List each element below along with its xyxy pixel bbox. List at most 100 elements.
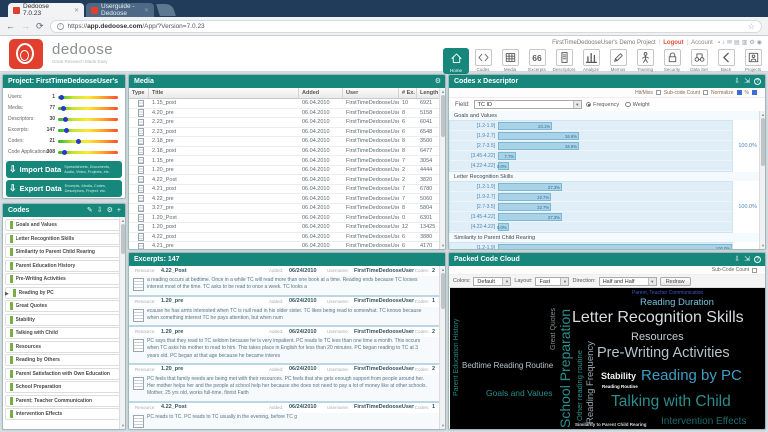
export-icon[interactable]: ⇩	[734, 256, 740, 263]
cloud-word[interactable]: Parent, Teacher Communication	[632, 291, 703, 296]
tab-close-icon[interactable]: ✕	[144, 7, 149, 14]
nav-item-home[interactable]: Home	[443, 48, 469, 74]
media-column-header[interactable]: Type	[129, 88, 149, 98]
help-icon[interactable]: ?	[754, 78, 761, 85]
code-item[interactable]: Talking with Child	[5, 327, 120, 339]
resize-icon[interactable]: ⇲	[744, 256, 750, 263]
excerpt-row[interactable]: Resource: 4.22_Post Added: 06/24/2010 Userna…	[129, 402, 439, 429]
chart-option-checkbox[interactable]	[655, 90, 661, 95]
code-item[interactable]: Similarity to Parent Child Rearing	[5, 246, 120, 258]
media-row[interactable]: 2.23_pre 06.04.2010 FirstTimeDedooseUser 6 6…	[129, 118, 445, 128]
cloud-word[interactable]: Letter Recognition Skills	[572, 310, 744, 326]
stat-slider-handle[interactable]	[61, 105, 67, 111]
stat-slider-handle[interactable]	[59, 94, 64, 100]
media-row[interactable]: 4.21_pre 06.04.2010 FirstTimeDedooseUser 6 4…	[129, 242, 445, 249]
excerpt-row[interactable]: Resource: 1.20_pre Added: 06/24/2010 Usernam…	[129, 364, 439, 403]
code-item[interactable]: Reading by Others	[5, 354, 120, 366]
excerpt-row[interactable]: Resource: 1.20_pre Added: 06/24/2010 Usernam…	[129, 296, 439, 327]
nav-item-data-set[interactable]: Data Set	[686, 48, 712, 74]
media-row[interactable]: 2.18_pre 06.04.2010 FirstTimeDedooseUser 8 3…	[129, 137, 445, 147]
media-row[interactable]: 4.20_pre 06.04.2010 FirstTimeDedooseUser 8 5…	[129, 109, 445, 119]
code-item[interactable]: Pre-Writing Activities	[5, 273, 120, 285]
media-row[interactable]: 1.20_Post 06.04.2010 FirstTimeDedooseUser 0…	[129, 214, 445, 224]
cloud-word[interactable]: Other reading routine	[575, 350, 584, 421]
media-row[interactable]: 1.15_pre 06.04.2010 FirstTimeDedooseUser 7 3…	[129, 156, 445, 166]
forward-icon[interactable]: →	[21, 21, 30, 31]
media-scrollbar[interactable]: ▲ ▼	[439, 88, 445, 249]
code-item[interactable]: Parent Satisfaction with Own Education	[5, 367, 120, 380]
chart-scrollbar[interactable]: ▲ ▼	[759, 111, 765, 249]
logout-link[interactable]: Logout	[663, 40, 683, 46]
media-row[interactable]: 4.21_post 06.04.2010 FirstTimeDedooseUser 7…	[129, 185, 445, 195]
help-icon[interactable]: ?	[754, 256, 761, 263]
chart-bar-row[interactable]: [2.7-3.5] 22.7%	[450, 202, 732, 212]
redraw-button[interactable]: Redraw	[659, 276, 691, 286]
stat-slider[interactable]	[58, 116, 118, 122]
nav-item-back[interactable]: Back	[713, 48, 739, 74]
stat-slider[interactable]	[58, 127, 118, 133]
direction-select[interactable]: Half and Half ▼	[598, 276, 657, 286]
layout-select[interactable]: Fast ▼	[535, 276, 570, 286]
expand-arrow-icon[interactable]: ▶	[5, 291, 9, 297]
chart-bar-row[interactable]: [1.2-1.9] 23.1%	[450, 121, 732, 131]
cloud-word[interactable]: Reading by PC	[641, 368, 742, 383]
media-row[interactable]: 1.20_pre 06.04.2010 FirstTimeDedooseUser 2 4…	[129, 166, 445, 176]
nav-item-media[interactable]: Media	[497, 48, 523, 74]
cloud-word[interactable]: Talking with Child	[611, 394, 731, 410]
code-item[interactable]: Goals and Values	[5, 219, 120, 231]
stat-slider-handle[interactable]	[63, 127, 69, 133]
bookmark-star-icon[interactable]: ☆	[748, 22, 755, 31]
chart-bar-row[interactable]: [1.9-2.7] 34.6%	[450, 131, 732, 141]
cloud-word[interactable]: Stability	[601, 372, 636, 381]
field-select[interactable]: TC ID ▼	[473, 100, 582, 109]
codes-scrollbar[interactable]: ▲ ▼	[119, 217, 125, 429]
import-data-button[interactable]: ⇩ Import Data Spreadsheets, Documents, A…	[6, 161, 122, 178]
nav-item-security[interactable]: Security	[659, 48, 685, 74]
colors-select[interactable]: Default ▼	[473, 276, 512, 286]
cloud-word[interactable]: Great Quotes	[550, 308, 557, 350]
pin-icon[interactable]: ▪	[718, 40, 720, 46]
cloud-word[interactable]: Bedtime Reading Routine	[462, 362, 553, 370]
cloud-word[interactable]: Reading Duration	[640, 298, 714, 308]
edit-icon[interactable]: ✎	[87, 207, 93, 214]
browser-tab-inactive[interactable]: Userguide - Dedoose ✕	[86, 3, 154, 17]
stat-slider[interactable]	[58, 105, 118, 111]
chart-bar-row[interactable]: [3.45-4.22] 27.3%	[450, 212, 732, 222]
cloud-word[interactable]: Reading Routine	[602, 384, 638, 390]
mail-icon[interactable]: ✉	[727, 40, 732, 46]
radio-frequency[interactable]	[585, 101, 592, 108]
refresh-icon[interactable]: ⟳	[36, 21, 44, 31]
stat-slider-handle[interactable]	[76, 138, 82, 144]
chart-bar-row[interactable]: [1.9-2.7] 22.7%	[450, 192, 732, 202]
cards-icon[interactable]: ▥	[742, 40, 748, 46]
media-column-header[interactable]: Title	[149, 88, 299, 98]
media-column-header[interactable]: Added	[299, 88, 343, 98]
power-icon[interactable]: ◉	[757, 40, 762, 46]
media-row[interactable]: 4.22_pre 06.04.2010 FirstTimeDedooseUser 7 5…	[129, 194, 445, 205]
media-column-header[interactable]: User	[343, 88, 399, 98]
chart-bar-row[interactable]: [1.2-1.9] 27.3%	[450, 182, 732, 192]
code-item[interactable]: Great Quotes	[5, 300, 120, 312]
code-item[interactable]: ▶ Reading by PC	[5, 286, 120, 299]
media-row[interactable]: 1.20_post 06.04.2010 FirstTimeDedooseUser 1…	[129, 223, 445, 233]
chart-bar-row[interactable]: [3.45-4.22] 7.7%	[450, 151, 732, 161]
chart-option-checkbox[interactable]	[703, 90, 709, 95]
media-row[interactable]: 2.18_post 06.04.2010 FirstTimeDedooseUser 8…	[129, 147, 445, 157]
import-icon[interactable]: ⇩	[97, 207, 103, 214]
stat-slider[interactable]	[58, 138, 118, 144]
export-data-button[interactable]: ⇩ Export Data Excerpts, Media, Codes, De…	[6, 180, 122, 197]
chart-bar-row[interactable]: [4.22-4.22] 0.0%	[450, 222, 732, 232]
browser-tab-active[interactable]: Dedoose 7.0.23 ✕	[8, 3, 84, 17]
cloud-word[interactable]: Reading Frequency	[585, 341, 596, 424]
volume-icon[interactable]: ♪	[722, 40, 725, 46]
nav-item-projects[interactable]: Projects	[740, 48, 766, 74]
nav-item-training[interactable]: Training	[632, 48, 658, 74]
media-row[interactable]: 2.23_post 06.04.2010 FirstTimeDedooseUser 6…	[129, 128, 445, 138]
media-row[interactable]: 1.15_post 06.04.2010 FirstTimeDedooseUser 1…	[129, 99, 445, 109]
chart-option-checkbox[interactable]	[752, 90, 757, 95]
media-column-header[interactable]: Length	[417, 88, 441, 98]
cloud-word[interactable]: Resources	[631, 332, 684, 343]
code-item[interactable]: Resources	[5, 340, 120, 353]
media-row[interactable]: 4.22_post 06.04.2010 FirstTimeDedooseUser 6…	[129, 233, 445, 243]
code-item[interactable]: School Preparation	[5, 381, 120, 393]
